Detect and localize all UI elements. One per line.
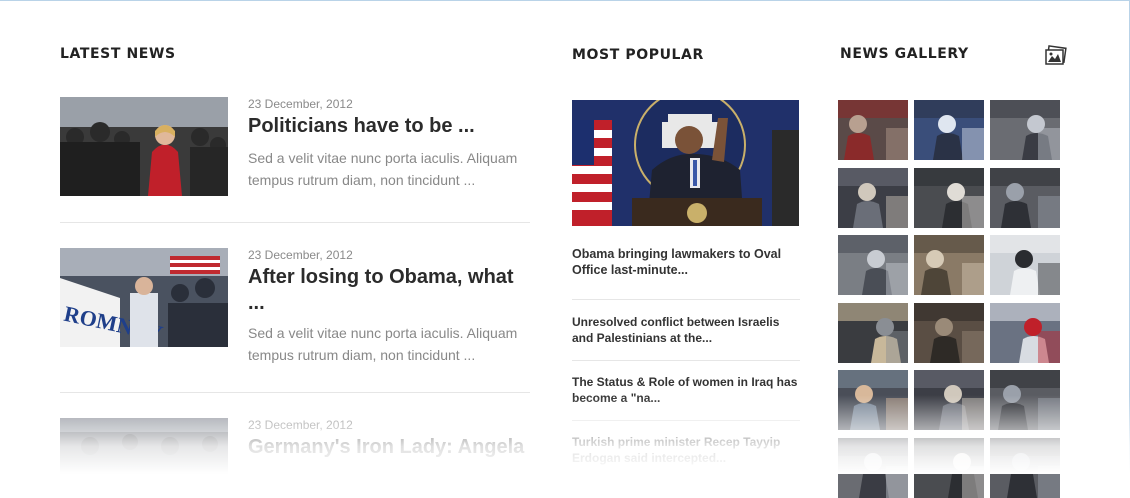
- news-gallery-heading: NEWS GALLERY: [840, 46, 969, 62]
- gallery-thumbnail[interactable]: [914, 100, 984, 160]
- gallery-icon[interactable]: [1045, 45, 1067, 67]
- gallery-thumbnail[interactable]: [990, 100, 1060, 160]
- most-popular-image[interactable]: [572, 100, 799, 226]
- gallery-thumbnail[interactable]: [914, 370, 984, 430]
- gallery-thumbnail[interactable]: [838, 167, 908, 228]
- gallery-thumbnail[interactable]: [990, 302, 1060, 363]
- popular-item-title[interactable]: Unresolved conflict between Israelis and…: [572, 314, 802, 346]
- news-thumbnail[interactable]: [60, 97, 228, 196]
- gallery-thumbnail[interactable]: [914, 235, 984, 295]
- gallery-thumbnail[interactable]: [914, 302, 984, 363]
- gallery-thumbnail[interactable]: [914, 437, 984, 498]
- gallery-thumbnail[interactable]: [838, 437, 908, 498]
- top-border: [0, 0, 1130, 1]
- popular-divider: [572, 299, 800, 300]
- latest-news-heading: LATEST NEWS: [60, 46, 176, 62]
- popular-divider: [572, 360, 800, 361]
- news-date: 23 December, 2012: [248, 97, 353, 111]
- most-popular-heading: MOST POPULAR: [572, 47, 704, 63]
- news-item[interactable]: ROMNEY 23 December, 2012 After losing to…: [60, 248, 530, 378]
- gallery-thumbnail[interactable]: [990, 437, 1060, 498]
- news-date: 23 December, 2012: [248, 418, 353, 432]
- news-date: 23 December, 2012: [248, 248, 353, 262]
- popular-item-title[interactable]: Obama bringing lawmakers to Oval Office …: [572, 246, 802, 278]
- popular-item-title[interactable]: The Status & Role of women in Iraq has b…: [572, 374, 802, 406]
- gallery-thumbnail[interactable]: [838, 370, 908, 430]
- gallery-thumbnail[interactable]: [990, 167, 1060, 228]
- news-excerpt: Sed a velit vitae nunc porta iaculis. Al…: [248, 325, 518, 363]
- news-item[interactable]: 23 December, 2012 Germany's Iron Lady: A…: [60, 418, 530, 474]
- news-item[interactable]: 23 December, 2012 Politicians have to be…: [60, 97, 530, 207]
- popular-divider: [572, 420, 800, 421]
- news-thumbnail[interactable]: ROMNEY: [60, 248, 228, 347]
- gallery-thumbnail[interactable]: [838, 302, 908, 363]
- news-excerpt: Sed a velit vitae nunc porta iaculis. Al…: [248, 150, 518, 188]
- gallery-thumbnail[interactable]: [914, 167, 984, 228]
- news-divider: [60, 392, 530, 393]
- news-title[interactable]: Politicians have to be ...: [248, 113, 533, 139]
- news-title[interactable]: Germany's Iron Lady: Angela: [248, 434, 533, 460]
- popular-item-title[interactable]: Turkish prime minister Recep Tayyip Erdo…: [572, 434, 802, 466]
- gallery-thumbnail[interactable]: [838, 100, 908, 160]
- gallery-thumbnail[interactable]: [990, 370, 1060, 430]
- news-thumbnail[interactable]: [60, 418, 228, 474]
- gallery-thumbnail[interactable]: [838, 235, 908, 295]
- news-divider: [60, 222, 530, 223]
- news-title[interactable]: After losing to Obama, what ...: [248, 264, 533, 316]
- gallery-thumbnail[interactable]: [990, 235, 1060, 295]
